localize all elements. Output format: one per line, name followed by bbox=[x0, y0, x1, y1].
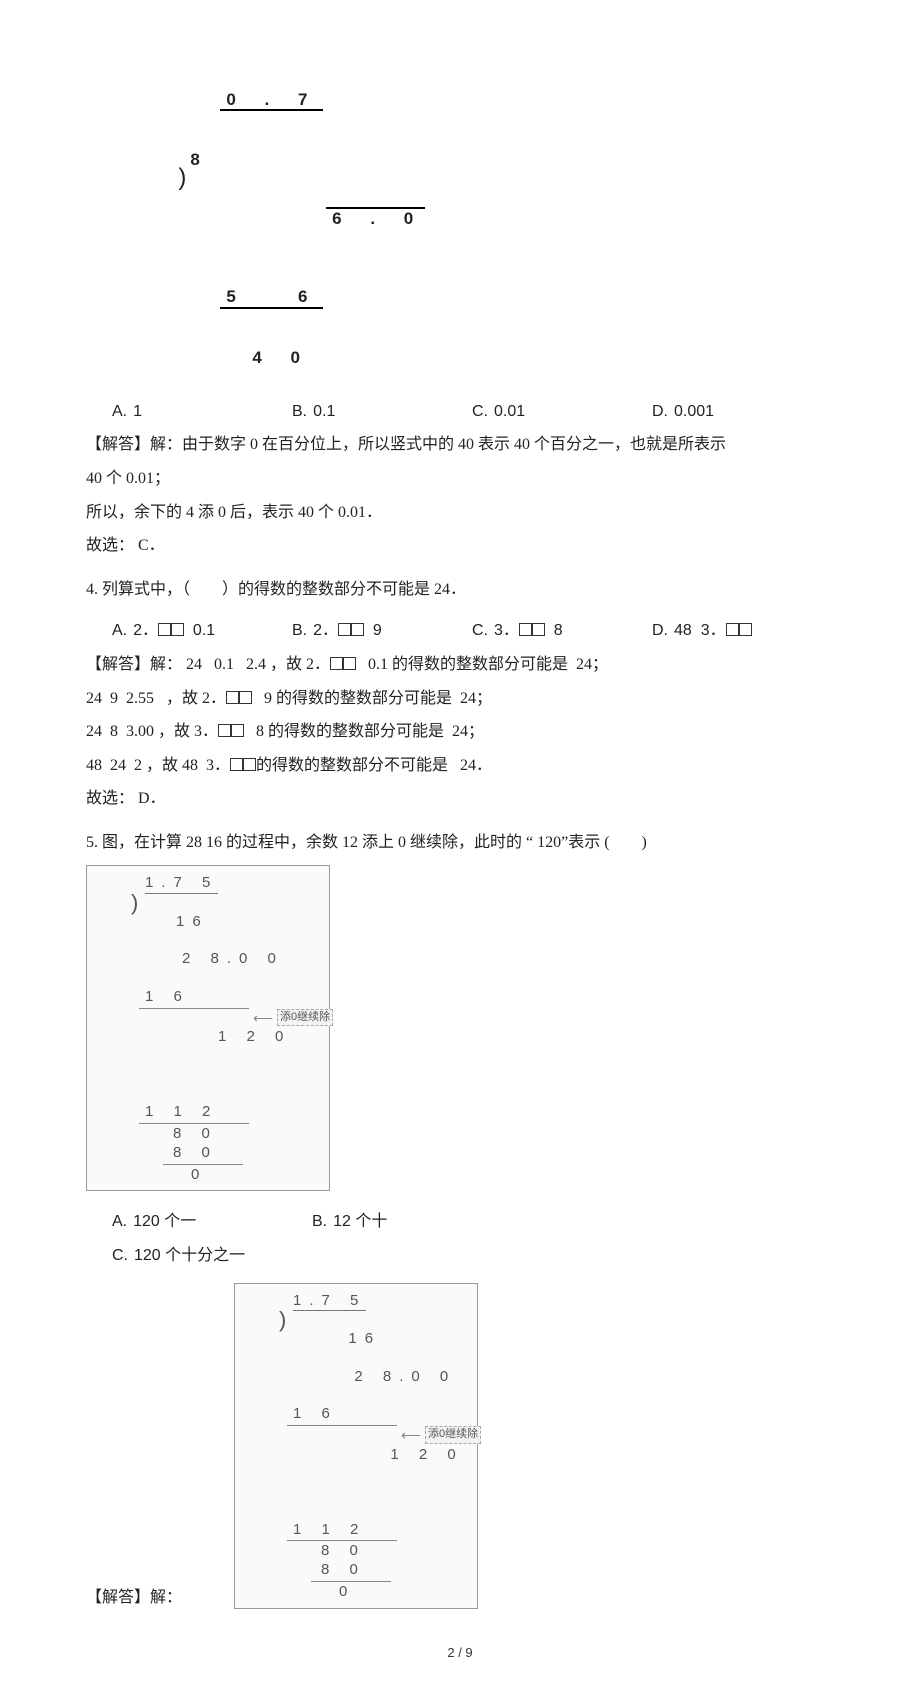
page-sep: / bbox=[455, 1645, 466, 1660]
q5-answer-lead: 【解答】解： bbox=[86, 1581, 182, 1615]
option-text: 0.01 bbox=[494, 395, 525, 429]
q3-explain-line1: 【解答】解：由于数字 0 在百分位上，所以竖式中的 40 表示 40 个百分之一… bbox=[86, 428, 834, 462]
q5-s3: 8 0 bbox=[321, 1561, 366, 1578]
option-text: 1 bbox=[133, 395, 142, 429]
q5-option-b: B.12 个十 bbox=[312, 1205, 387, 1239]
q5-r1: 1 2 0 bbox=[218, 1028, 291, 1045]
q5-r2: 8 0 bbox=[321, 1542, 366, 1559]
q4-stem: 4. 列算式中，（ ）的得数的整数部分不可能是 24． bbox=[86, 573, 834, 607]
q5-s1: 1 6 bbox=[293, 1405, 338, 1422]
q3-option-a: A.1 bbox=[112, 395, 292, 429]
q4-option-d: D.48 3． bbox=[652, 614, 832, 648]
q5-r2: 8 0 bbox=[173, 1125, 218, 1142]
q5-r1: 1 2 0 bbox=[390, 1446, 463, 1463]
q3-long-division: 0 . 7 8 ) 6 . 0 5 6 4 0 bbox=[90, 70, 834, 387]
option-text: 120 个一 bbox=[133, 1205, 196, 1239]
q4-explain-4: 48 24 2 ，故 48 3．的得数的整数部分不可能是 24． bbox=[86, 749, 834, 783]
q5-s3: 8 0 bbox=[173, 1144, 218, 1161]
q5-divisor: 16 bbox=[176, 913, 209, 930]
page-footer: 2 / 9 bbox=[86, 1639, 834, 1666]
division-paren: ) bbox=[131, 889, 138, 917]
option-label: C. bbox=[112, 1239, 128, 1273]
q3-sub1: 5 6 bbox=[220, 287, 323, 309]
arrow-left-icon: ⟵ bbox=[401, 1427, 421, 1445]
q3-explain-line4: 故选： C． bbox=[86, 529, 834, 563]
q5-figure-1: 1.7 5 16 ) 2 8.0 0 1 6 1 2 0 ⟵ 添0继续除 1 1… bbox=[86, 865, 330, 1191]
q3-divisor: 8 bbox=[190, 150, 211, 169]
q5-note: 添0继续除 bbox=[277, 1009, 333, 1027]
arrow-left-icon: ⟵ bbox=[253, 1010, 273, 1028]
q5-dividend: 2 8.0 0 bbox=[182, 950, 284, 967]
q5-answer-block: 【解答】解： 1.7 5 16 ) 2 8.0 0 1 6 1 2 0 ⟵ 添0… bbox=[86, 1277, 834, 1615]
q3-rem1: 4 0 bbox=[252, 348, 312, 367]
option-text: 3． 8 bbox=[494, 614, 563, 648]
option-text: 2． 0.1 bbox=[133, 614, 215, 648]
q5-options-row1: A.120 个一 B.12 个十 bbox=[112, 1205, 834, 1239]
q5-dividend: 2 8.0 0 bbox=[354, 1368, 456, 1385]
option-label: C. bbox=[472, 614, 488, 648]
q3-option-b: B. 0.1 bbox=[292, 395, 472, 429]
q3-explain-line3: 所以，余下的 4 添 0 后，表示 40 个 0.01． bbox=[86, 496, 834, 530]
q5-divisor: 16 bbox=[348, 1330, 381, 1347]
q5-r3: 0 bbox=[191, 1166, 207, 1183]
option-text: 12 个十 bbox=[333, 1205, 387, 1239]
option-label: A. bbox=[112, 395, 127, 429]
option-label: C. bbox=[472, 395, 488, 429]
option-text: 120 个十分之一 bbox=[134, 1239, 245, 1273]
q5-s2: 1 1 2 bbox=[293, 1521, 366, 1538]
q3-quotient: 0 . 7 bbox=[220, 90, 323, 112]
option-text: 0.1 bbox=[313, 395, 335, 429]
q4-option-c: C.3． 8 bbox=[472, 614, 652, 648]
option-text: 2． 9 bbox=[313, 614, 382, 648]
division-paren: ) bbox=[178, 164, 186, 192]
q4-option-a: A.2． 0.1 bbox=[112, 614, 292, 648]
q4-explain-1: 【解答】解： 24 0.1 2.4 ，故 2． 0.1 的得数的整数部分可能是 … bbox=[86, 648, 834, 682]
page-number: 2 bbox=[447, 1645, 454, 1660]
q5-options-row2: C.120 个十分之一 bbox=[112, 1239, 834, 1273]
option-text: 48 3． bbox=[674, 614, 752, 648]
page-content: 0 . 7 8 ) 6 . 0 5 6 4 0 A.1 B.0.1 C.0.01… bbox=[0, 0, 920, 1706]
q5-r3: 0 bbox=[339, 1583, 355, 1600]
option-label: B. bbox=[292, 614, 307, 648]
division-paren: ) bbox=[279, 1306, 286, 1334]
q4-explain-5: 故选： D． bbox=[86, 782, 834, 816]
q5-option-a: A.120 个一 bbox=[112, 1205, 312, 1239]
option-label: D. bbox=[652, 614, 668, 648]
q5-s1: 1 6 bbox=[145, 988, 190, 1005]
option-label: A. bbox=[112, 614, 127, 648]
q3-option-d: D.0.001 bbox=[652, 395, 832, 429]
q3-dividend: 6 . 0 bbox=[326, 207, 425, 228]
q4-option-b: B.2． 9 bbox=[292, 614, 472, 648]
q4-explain-3: 24 8 3.00 ，故 3． 8 的得数的整数部分可能是 24； bbox=[86, 715, 834, 749]
q5-quotient: 1.7 5 bbox=[145, 874, 218, 894]
page-total: 9 bbox=[465, 1645, 472, 1660]
q5-figure-2: 1.7 5 16 ) 2 8.0 0 1 6 1 2 0 ⟵ 添0继续除 1 1… bbox=[234, 1283, 478, 1609]
q3-option-c: C.0.01 bbox=[472, 395, 652, 429]
q3-options: A.1 B. 0.1 C.0.01 D.0.001 bbox=[112, 395, 834, 429]
option-label: B. bbox=[292, 395, 307, 429]
option-text: 0.001 bbox=[674, 395, 714, 429]
q3-explain-line2: 40 个 0.01； bbox=[86, 462, 834, 496]
q4-explain-2: 24 9 2.55 ，故 2． 9 的得数的整数部分可能是 24； bbox=[86, 682, 834, 716]
q4-options: A.2． 0.1 B.2． 9 C.3． 8 D.48 3． bbox=[112, 614, 834, 648]
option-label: A. bbox=[112, 1205, 127, 1239]
option-label: B. bbox=[312, 1205, 327, 1239]
option-label: D. bbox=[652, 395, 668, 429]
q5-stem: 5. 图，在计算 28 16 的过程中，余数 12 添上 0 继续除，此时的 “… bbox=[86, 826, 834, 860]
q5-s2: 1 1 2 bbox=[145, 1103, 218, 1120]
q5-note: 添0继续除 bbox=[425, 1426, 481, 1444]
q5-option-c: C.120 个十分之一 bbox=[112, 1239, 245, 1273]
